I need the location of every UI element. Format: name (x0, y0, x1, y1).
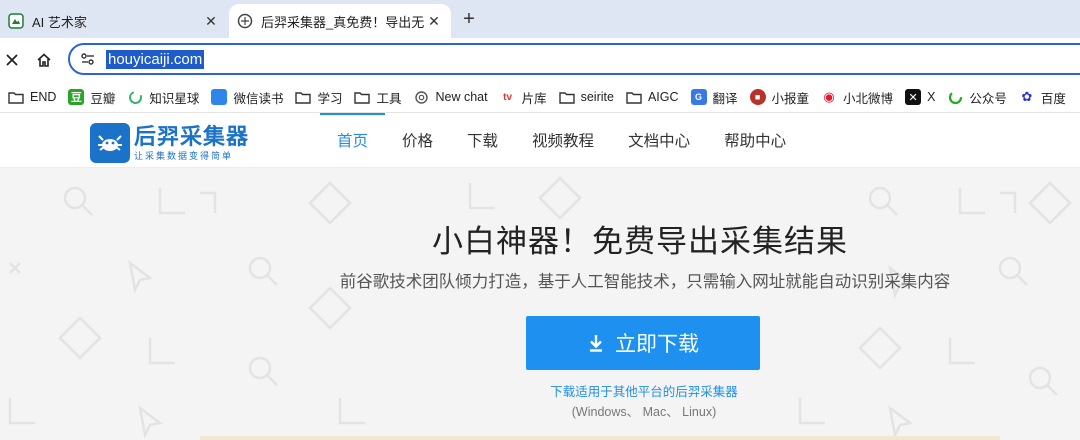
bookmark-tools[interactable]: 工具 (354, 88, 401, 107)
bookmark-new-chat[interactable]: New chat (413, 89, 488, 105)
douban-icon: 豆 (68, 89, 85, 105)
close-icon[interactable]: ✕ (202, 12, 220, 30)
folder-icon (8, 89, 24, 105)
bookmark-label: 学习 (317, 91, 343, 106)
wechat-icon (947, 89, 963, 105)
browser-toolbar: houyicaiji.com (0, 38, 1080, 82)
tab-title: AI 艺术家 (32, 14, 87, 30)
bookmark-translate[interactable]: G 翻译 (690, 88, 738, 107)
xiaobaotong-icon: ■ (749, 89, 766, 105)
bookmark-label: 小北微博 (843, 91, 894, 106)
bookmark-label: END (30, 90, 57, 104)
folder-icon (558, 89, 575, 105)
address-bar[interactable]: houyicaiji.com (68, 43, 1080, 75)
openai-icon (413, 89, 429, 105)
houyi-favicon-icon (237, 13, 253, 29)
folder-icon (626, 89, 642, 105)
bookmark-pianku[interactable]: tv 片库 (500, 88, 547, 107)
bookmark-seirite[interactable]: seirite (558, 89, 614, 105)
baidu-icon: ✿ (1021, 89, 1033, 104)
logo-name: 后羿采集器 (134, 123, 250, 149)
nav-docs[interactable]: 文档中心 (611, 113, 707, 167)
folder-icon (295, 89, 312, 105)
tab-houyi[interactable]: 后羿采集器_真免费！导出无限制 ✕ (229, 4, 451, 38)
tab-strip: AI 艺术家 ✕ 后羿采集器_真免费！导出无限制 ✕ + (0, 0, 1080, 38)
download-icon (587, 333, 605, 353)
hero-subline: 前谷歌技术团队倾力打造，基于人工智能技术，只需输入网址就能自动识别采集内容 (339, 273, 951, 291)
nav-home[interactable]: 首页 (320, 113, 386, 167)
bookmark-label: seirite (580, 90, 614, 104)
weread-icon (211, 89, 228, 105)
bookmark-label: 片库 (521, 91, 547, 106)
tab-ai-artist[interactable]: AI 艺术家 ✕ (0, 4, 228, 38)
weibo-icon: ◉ (823, 89, 835, 104)
url-text[interactable]: houyicaiji.com (106, 49, 205, 69)
download-button[interactable]: 立即下载 (526, 316, 760, 370)
nav-pricing[interactable]: 价格 (385, 113, 450, 167)
bookmark-label: 小报童 (771, 91, 810, 106)
bookmark-label: 工具 (376, 91, 402, 106)
bookmark-xiaobaotong[interactable]: ■ 小报童 (749, 88, 810, 107)
bookmark-label: 知识星球 (149, 91, 200, 106)
platforms-text: (Windows、 Mac、 Linux) (571, 405, 717, 419)
bookmark-zsxq[interactable]: 知识星球 (127, 88, 199, 107)
bookmark-label: 微信读书 (233, 91, 284, 106)
main-nav: 首页 价格 下载 视频教程 文档中心 帮助中心 (320, 113, 803, 167)
stop-loading-icon[interactable] (0, 48, 24, 72)
bookmark-weread[interactable]: 微信读书 (211, 88, 283, 107)
nav-help[interactable]: 帮助中心 (707, 113, 803, 167)
download-button-label: 立即下载 (615, 333, 699, 356)
tab-title: 后羿采集器_真免费！导出无限制 (261, 14, 425, 30)
bookmark-label: 百度 (1040, 91, 1066, 106)
nav-download[interactable]: 下载 (450, 113, 515, 167)
bookmark-label: AIGC (647, 90, 679, 104)
bookmark-x[interactable]: ✕ X (905, 89, 935, 105)
site-header: 后羿采集器 让采集数据变得简单 首页 价格 下载 视频教程 文档中心 帮助中心 (0, 113, 1080, 168)
logo-slogan: 让采集数据变得简单 (134, 150, 234, 161)
zsxq-icon (127, 89, 143, 105)
bookmark-end[interactable]: END (8, 89, 56, 105)
bookmark-baidu[interactable]: ✿ 百度 (1019, 88, 1066, 107)
bookmark-label: New chat (435, 90, 488, 104)
bookmark-wechat-oa[interactable]: 公众号 (947, 88, 1007, 107)
bookmark-label: X (927, 90, 936, 104)
bookmark-label: 翻译 (712, 91, 738, 106)
bookmark-label: 公众号 (969, 91, 1007, 106)
site-logo[interactable]: 后羿采集器 让采集数据变得简单 (90, 123, 249, 163)
bookmark-label: 豆瓣 (90, 91, 116, 106)
bookmarks-bar: END 豆 豆瓣 知识星球 微信读书 学习 工具 New chat tv 片库 … (0, 82, 1080, 113)
ai-artist-favicon-icon (8, 13, 24, 29)
translate-icon: G (690, 89, 707, 105)
home-icon[interactable] (32, 48, 56, 72)
nav-video-tutorials[interactable]: 视频教程 (515, 113, 611, 167)
folder-icon (354, 89, 371, 105)
bookmark-study[interactable]: 学习 (295, 88, 342, 107)
bookmark-weibo[interactable]: ◉ 小北微博 (821, 88, 893, 107)
hero-headline: 小白神器！免费导出采集结果 (432, 224, 848, 259)
bookmark-douban[interactable]: 豆 豆瓣 (68, 88, 115, 107)
site-info-icon[interactable] (80, 52, 100, 66)
new-tab-icon[interactable]: + (458, 8, 480, 30)
hero-section: 小白神器！免费导出采集结果 前谷歌技术团队倾力打造，基于人工智能技术，只需输入网… (0, 168, 1080, 440)
crab-logo-icon (90, 123, 130, 163)
close-icon[interactable]: ✕ (425, 12, 443, 30)
piankku-icon: tv (503, 91, 513, 103)
hero-bottom-strip (200, 436, 1000, 440)
bookmark-aigc[interactable]: AIGC (626, 89, 679, 105)
other-platforms-link[interactable]: 下载适用于其他平台的后羿采集器 (0, 381, 1080, 400)
x-icon: ✕ (905, 89, 922, 105)
